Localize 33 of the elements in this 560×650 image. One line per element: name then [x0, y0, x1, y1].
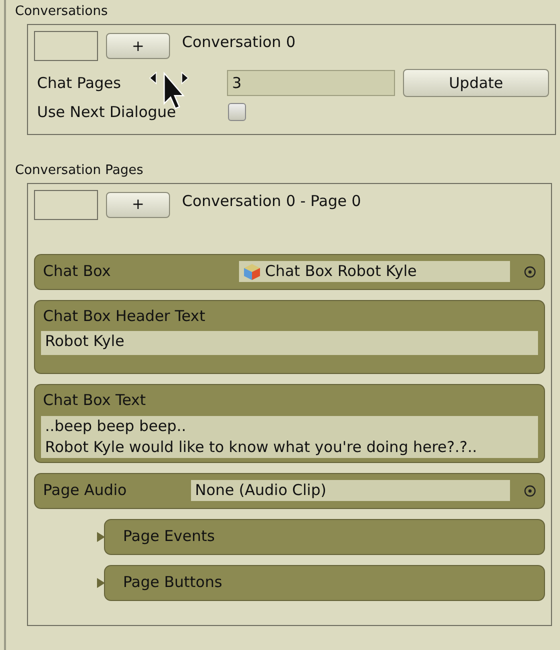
- conversation-label: Conversation 0 - Page 0: [182, 190, 362, 212]
- text-line: ..beep beep beep..: [45, 416, 188, 436]
- add-button[interactable]: +: [106, 192, 170, 218]
- foldout-header[interactable]: Page Events: [104, 518, 545, 554]
- section-title: Conversations: [15, 3, 109, 21]
- object-picker-icon[interactable]: [524, 266, 536, 278]
- object-field-value: Chat Box Robot Kyle: [265, 261, 417, 282]
- text-line: Robot Kyle would like to know what you're doing here?.?..: [45, 436, 478, 458]
- field-label: Page Audio: [43, 480, 128, 502]
- caret-right-icon[interactable]: [96, 530, 106, 542]
- field-label: Chat Box Text: [43, 390, 147, 411]
- add-button[interactable]: +: [106, 33, 170, 59]
- update-button[interactable]: Update: [403, 69, 549, 97]
- foldout-header[interactable]: Page Buttons: [104, 564, 545, 600]
- object-field[interactable]: None (Audio Clip): [191, 480, 510, 501]
- field-label: Use Next Dialogue: [37, 102, 176, 123]
- chat-pages-field[interactable]: 3: [227, 70, 395, 96]
- section-title: Conversation Pages: [15, 162, 144, 180]
- color-swatch[interactable]: [34, 31, 98, 61]
- checkbox[interactable]: [228, 103, 246, 122]
- field-label: Chat Pages: [37, 72, 121, 94]
- cube-icon: [243, 262, 261, 280]
- field-label: Chat Box Header Text: [43, 306, 206, 326]
- text-area[interactable]: Robot Kyle: [41, 331, 538, 355]
- conversation-label: Conversation 0: [182, 32, 296, 53]
- object-picker-icon[interactable]: [524, 484, 536, 496]
- color-swatch[interactable]: [34, 190, 98, 220]
- field-label: Chat Box: [43, 261, 112, 282]
- object-field-value: None (Audio Clip): [195, 480, 326, 501]
- caret-right-icon[interactable]: [96, 576, 106, 588]
- text-line: Robot Kyle: [45, 331, 126, 352]
- object-field[interactable]: Chat Box Robot Kyle: [239, 261, 510, 282]
- text-area[interactable]: ..beep beep beep.. Robot Kyle would like to know what you're doing here?.?..: [41, 416, 538, 458]
